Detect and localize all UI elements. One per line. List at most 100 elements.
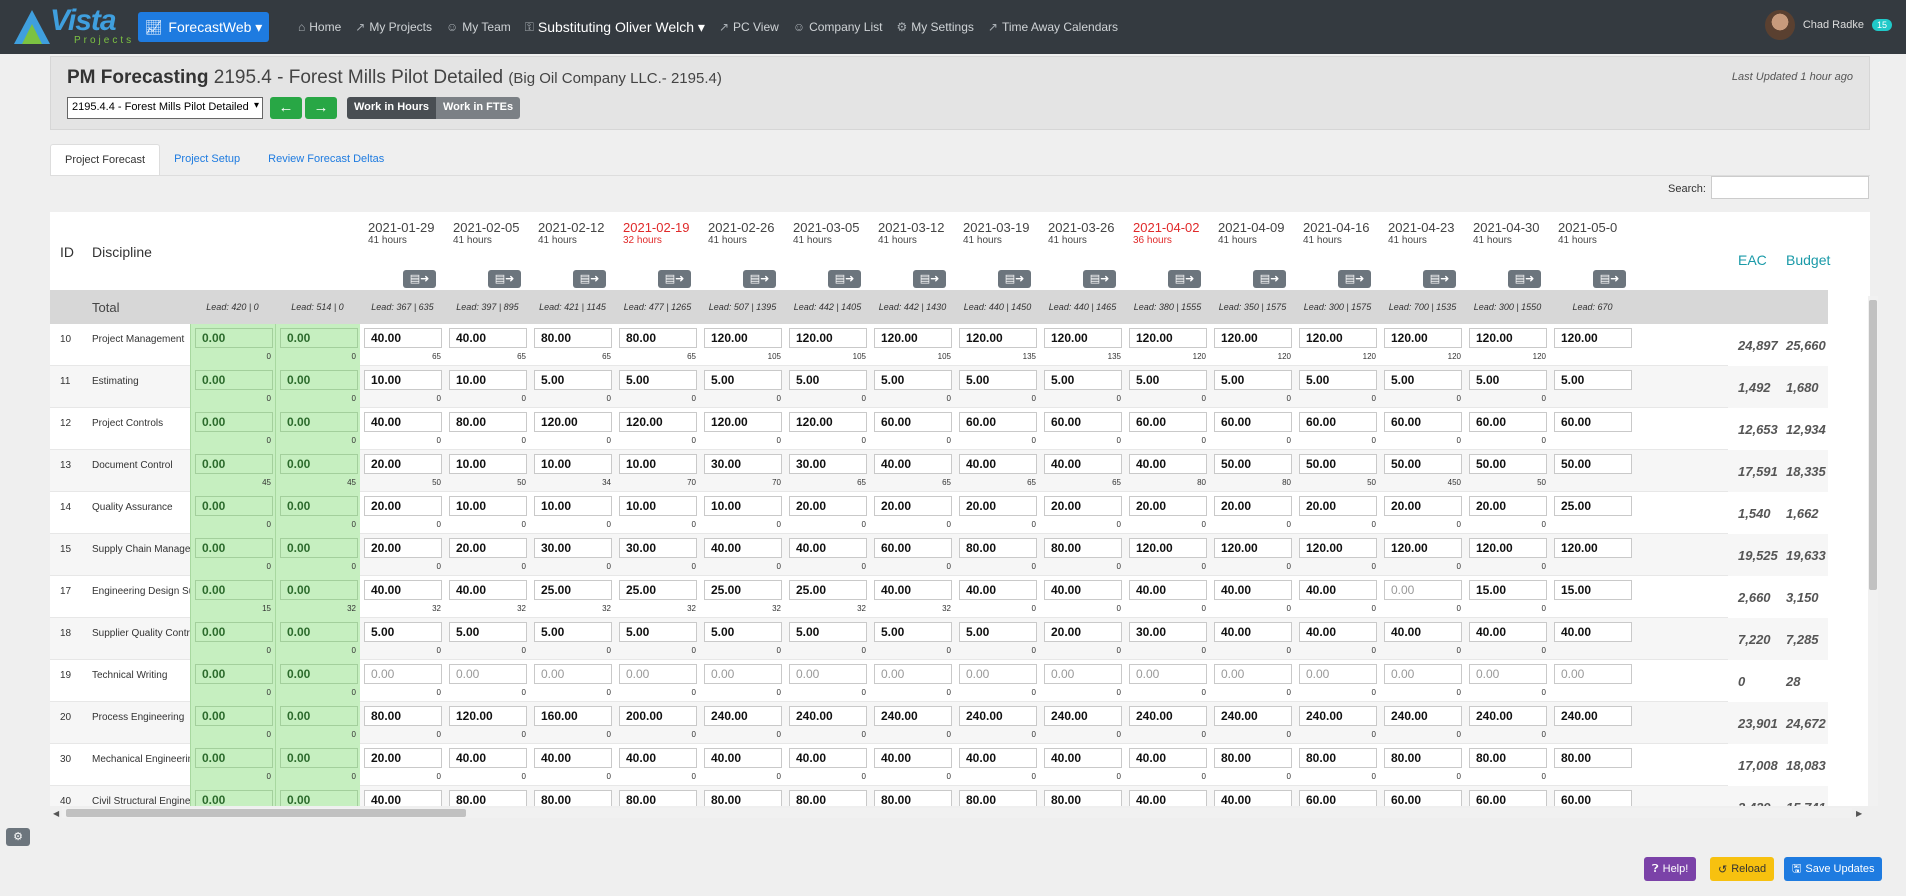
tab-project-forecast[interactable]: Project Forecast	[50, 144, 161, 176]
hours-input[interactable]: 240.00	[704, 706, 782, 726]
hours-input[interactable]: 0.00	[195, 370, 273, 390]
horizontal-scrollbar[interactable]	[62, 808, 1852, 818]
hours-input[interactable]: 240.00	[1469, 706, 1547, 726]
hours-input[interactable]: 5.00	[1044, 370, 1122, 390]
hours-input[interactable]: 5.00	[959, 370, 1037, 390]
hours-input[interactable]: 40.00	[1299, 622, 1377, 642]
hours-input[interactable]: 20.00	[874, 496, 952, 516]
hours-input[interactable]: 5.00	[874, 622, 952, 642]
hours-input[interactable]: 40.00	[449, 748, 527, 768]
hours-input[interactable]: 10.00	[534, 496, 612, 516]
hours-input[interactable]: 60.00	[1299, 790, 1377, 806]
hours-input[interactable]: 40.00	[534, 748, 612, 768]
column-header-eac[interactable]: EAC	[1738, 252, 1767, 268]
hours-input[interactable]: 0.00	[1299, 664, 1377, 684]
hours-input[interactable]: 5.00	[704, 622, 782, 642]
hours-input[interactable]: 80.00	[619, 790, 697, 806]
week-detail-button[interactable]: ▤➜	[828, 270, 861, 288]
grid-settings-button[interactable]: ⚙	[6, 828, 30, 846]
hours-input[interactable]: 120.00	[704, 412, 782, 432]
project-select[interactable]: 2195.4.4 - Forest Mills Pilot Detailed ▾	[67, 97, 263, 119]
hours-input[interactable]: 80.00	[789, 790, 867, 806]
hours-input[interactable]: 40.00	[874, 580, 952, 600]
hours-input[interactable]: 5.00	[534, 622, 612, 642]
hours-input[interactable]: 80.00	[534, 790, 612, 806]
hours-input[interactable]: 5.00	[364, 622, 442, 642]
hours-input[interactable]: 15.00	[1469, 580, 1547, 600]
hours-input[interactable]: 60.00	[1214, 412, 1292, 432]
week-detail-button[interactable]: ▤➜	[743, 270, 776, 288]
hours-input[interactable]: 80.00	[364, 706, 442, 726]
hours-input[interactable]: 60.00	[874, 412, 952, 432]
hours-input[interactable]: 25.00	[1554, 496, 1632, 516]
hours-input[interactable]: 40.00	[1044, 748, 1122, 768]
hours-input[interactable]: 80.00	[704, 790, 782, 806]
work-in-hours-button[interactable]: Work in Hours	[347, 97, 436, 119]
hours-input[interactable]: 20.00	[1214, 496, 1292, 516]
scroll-left-icon[interactable]: ◀	[53, 809, 59, 818]
hours-input[interactable]: 200.00	[619, 706, 697, 726]
hours-input[interactable]: 120.00	[1214, 328, 1292, 348]
hours-input[interactable]: 5.00	[619, 622, 697, 642]
hours-input[interactable]: 120.00	[789, 412, 867, 432]
hours-input[interactable]: 80.00	[1554, 748, 1632, 768]
hours-input[interactable]: 80.00	[1214, 748, 1292, 768]
hours-input[interactable]: 5.00	[1214, 370, 1292, 390]
hours-input[interactable]: 0.00	[280, 454, 358, 474]
hours-input[interactable]: 30.00	[789, 454, 867, 474]
hours-input[interactable]: 60.00	[959, 412, 1037, 432]
hours-input[interactable]: 25.00	[534, 580, 612, 600]
hours-input[interactable]: 10.00	[449, 454, 527, 474]
hours-input[interactable]: 50.00	[1214, 454, 1292, 474]
hours-input[interactable]: 120.00	[1299, 538, 1377, 558]
hours-input[interactable]: 5.00	[789, 622, 867, 642]
hours-input[interactable]: 120.00	[1299, 328, 1377, 348]
hours-input[interactable]: 40.00	[619, 748, 697, 768]
hours-input[interactable]: 120.00	[1384, 328, 1462, 348]
hours-input[interactable]: 60.00	[1384, 790, 1462, 806]
hours-input[interactable]: 120.00	[789, 328, 867, 348]
hours-input[interactable]: 25.00	[704, 580, 782, 600]
hours-input[interactable]: 20.00	[364, 454, 442, 474]
hours-input[interactable]: 120.00	[449, 706, 527, 726]
hours-input[interactable]: 0.00	[280, 538, 358, 558]
hours-input[interactable]: 40.00	[449, 328, 527, 348]
hours-input[interactable]: 240.00	[1214, 706, 1292, 726]
hours-input[interactable]: 240.00	[1299, 706, 1377, 726]
hours-input[interactable]: 10.00	[449, 370, 527, 390]
hours-input[interactable]: 0.00	[1044, 664, 1122, 684]
hours-input[interactable]: 120.00	[1469, 328, 1547, 348]
hours-input[interactable]: 240.00	[1129, 706, 1207, 726]
hours-input[interactable]: 0.00	[195, 706, 273, 726]
hours-input[interactable]: 80.00	[534, 328, 612, 348]
hours-input[interactable]: 40.00	[1554, 622, 1632, 642]
hours-input[interactable]: 40.00	[959, 748, 1037, 768]
week-detail-button[interactable]: ▤➜	[913, 270, 946, 288]
scroll-right-icon[interactable]: ▶	[1856, 809, 1862, 818]
hours-input[interactable]: 40.00	[789, 538, 867, 558]
nav-link[interactable]: ↗ My Projects	[355, 20, 432, 34]
hours-input[interactable]: 80.00	[449, 790, 527, 806]
hours-input[interactable]: 40.00	[874, 748, 952, 768]
hours-input[interactable]: 50.00	[1384, 454, 1462, 474]
hours-input[interactable]: 120.00	[1554, 538, 1632, 558]
hours-input[interactable]: 240.00	[1384, 706, 1462, 726]
hours-input[interactable]: 40.00	[1129, 454, 1207, 474]
hours-input[interactable]: 40.00	[704, 538, 782, 558]
hours-input[interactable]: 80.00	[874, 790, 952, 806]
hours-input[interactable]: 120.00	[1129, 538, 1207, 558]
hours-input[interactable]: 80.00	[449, 412, 527, 432]
reload-button[interactable]: ↺ Reload	[1710, 857, 1775, 881]
hours-input[interactable]: 40.00	[364, 328, 442, 348]
hours-input[interactable]: 0.00	[280, 748, 358, 768]
hours-input[interactable]: 10.00	[534, 454, 612, 474]
hours-input[interactable]: 0.00	[280, 622, 358, 642]
hours-input[interactable]: 10.00	[619, 454, 697, 474]
hours-input[interactable]: 40.00	[1469, 622, 1547, 642]
hours-input[interactable]: 0.00	[874, 664, 952, 684]
hours-input[interactable]: 0.00	[280, 706, 358, 726]
vertical-scrollbar[interactable]	[1868, 296, 1878, 806]
nav-link[interactable]: ⚿ Substituting Oliver Welch ▾	[525, 19, 705, 36]
week-detail-button[interactable]: ▤➜	[403, 270, 436, 288]
hours-input[interactable]: 80.00	[959, 790, 1037, 806]
